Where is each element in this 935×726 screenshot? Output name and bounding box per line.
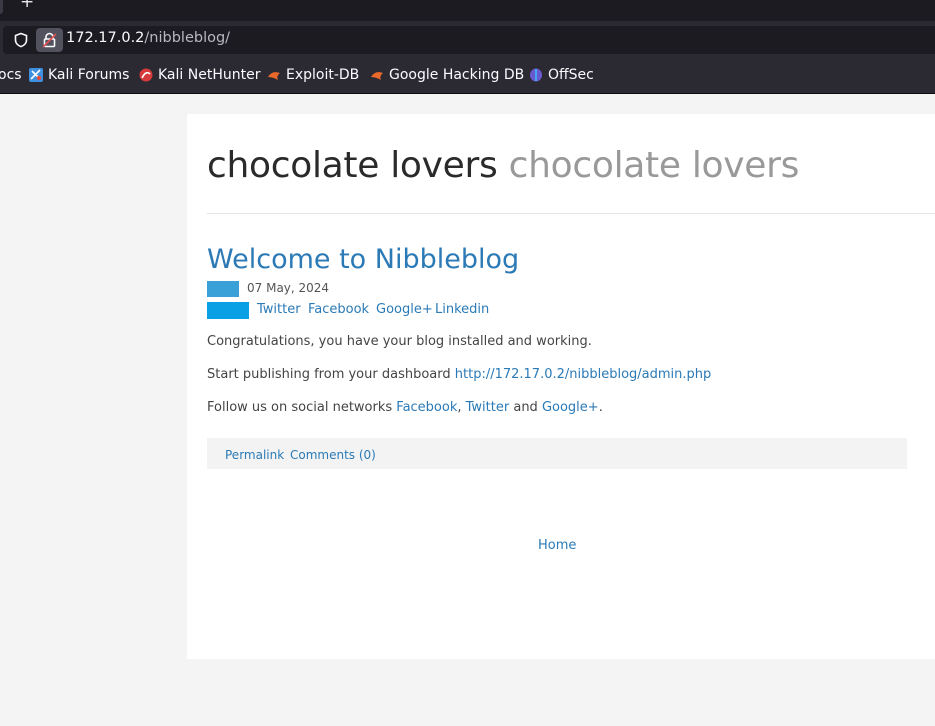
blog-header: chocolate lovers chocolate lovers (207, 145, 799, 186)
offsec-icon (530, 68, 542, 82)
kali-nethunter-icon (139, 68, 153, 82)
facebook-link[interactable]: Facebook (396, 400, 457, 415)
google-hacking-db-icon (371, 72, 383, 80)
post-paragraph-1: Congratulations, you have your blog inst… (207, 334, 592, 349)
kali-forums-icon (29, 68, 43, 82)
share-twitter-link[interactable]: Twitter (257, 302, 301, 317)
exploit-db-icon (268, 72, 280, 80)
url-path: /nibbleblog/ (144, 30, 231, 46)
home-link[interactable]: Home (538, 538, 576, 553)
url-host: 172.17.0.2 (66, 30, 145, 46)
blog-slogan: chocolate lovers (508, 145, 800, 186)
bookmark-docs[interactable]: ocs (0, 67, 22, 83)
blog-main: chocolate lovers chocolate lovers Welcom… (187, 114, 935, 659)
bookmark-kali-forums[interactable]: Kali Forums (29, 67, 129, 83)
bookmark-label: Kali Forums (48, 67, 130, 83)
bookmark-label: ocs (0, 67, 22, 83)
url-text[interactable]: 172.17.0.2/nibbleblog/ (66, 30, 230, 46)
blog-name[interactable]: chocolate lovers (207, 145, 498, 186)
bookmark-label: Exploit-DB (286, 67, 360, 83)
share-googleplus-link[interactable]: Google+ (376, 302, 433, 317)
post-title[interactable]: Welcome to Nibbleblog (207, 244, 519, 275)
paragraph-text: Start publishing from your dashboard (207, 367, 455, 382)
comments-link[interactable]: Comments (0) (290, 448, 376, 462)
tab-edge[interactable] (0, 0, 3, 14)
post-paragraph-3: Follow us on social networks Facebook, T… (207, 400, 603, 415)
bookmarks-toolbar: ocs Kali Forums Kali NetHunter Exploit-D… (0, 58, 935, 94)
header-divider (207, 213, 935, 214)
bookmark-offsec[interactable]: OffSec (529, 67, 594, 83)
new-tab-button[interactable]: + (20, 0, 34, 11)
bookmark-google-hacking-db[interactable]: Google Hacking DB (370, 67, 524, 83)
separator-text: , (457, 400, 466, 415)
post-paragraph-2: Start publishing from your dashboard htt… (207, 367, 711, 382)
navigation-toolbar: 172.17.0.2/nibbleblog/ (0, 21, 935, 58)
bookmark-label: Kali NetHunter (158, 67, 261, 83)
tab-strip: + (0, 0, 935, 21)
share-marker (207, 302, 249, 319)
share-facebook-link[interactable]: Facebook (308, 302, 369, 317)
bookmark-exploit-db[interactable]: Exploit-DB (267, 67, 359, 83)
share-linkedin-link[interactable]: Linkedin (435, 302, 489, 317)
shield-icon[interactable] (13, 32, 29, 48)
paragraph-text: Follow us on social networks (207, 400, 397, 415)
date-marker (207, 281, 239, 297)
permalink-link[interactable]: Permalink (225, 448, 284, 462)
page-viewport: chocolate lovers chocolate lovers Welcom… (0, 94, 935, 726)
period-text: . (598, 400, 603, 415)
googleplus-link[interactable]: Google+ (542, 400, 599, 415)
bookmark-kali-nethunter[interactable]: Kali NetHunter (139, 67, 260, 83)
post-date: 07 May, 2024 (247, 281, 330, 295)
twitter-link[interactable]: Twitter (466, 400, 510, 415)
insecure-lock-icon (42, 32, 57, 48)
lock-icon-button[interactable] (36, 28, 63, 52)
dashboard-link[interactable]: http://172.17.0.2/nibbleblog/admin.php (455, 367, 712, 382)
bookmark-label: OffSec (548, 67, 594, 83)
and-text: and (509, 400, 542, 415)
post-footer: Permalink Comments (0) (207, 438, 907, 469)
url-bar[interactable]: 172.17.0.2/nibbleblog/ (3, 26, 935, 54)
bookmark-label: Google Hacking DB (389, 67, 525, 83)
